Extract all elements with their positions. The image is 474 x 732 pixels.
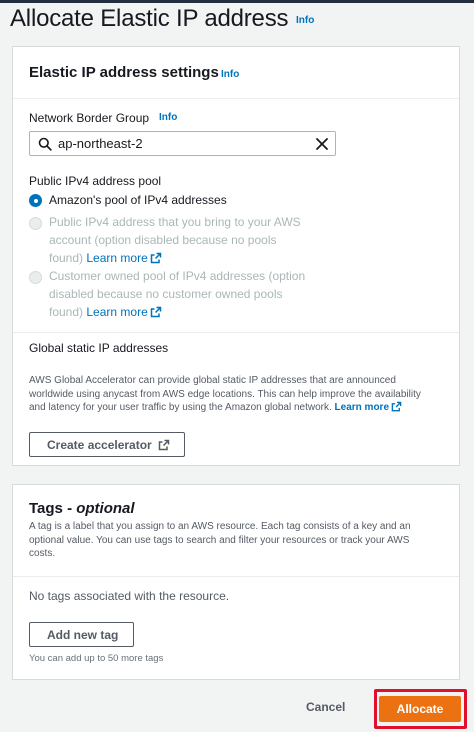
tags-title: Tags - optional (29, 500, 135, 517)
tags-description: A tag is a label that you assign to an A… (29, 520, 411, 561)
search-icon (38, 137, 52, 151)
option-line: Amazon's pool of IPv4 addresses (49, 193, 227, 207)
top-bar (0, 0, 474, 3)
tags-title-optional: optional (76, 500, 135, 517)
option-line: account (option disabled because no pool… (49, 233, 277, 247)
learn-more-link[interactable]: Learn more (335, 402, 389, 413)
radio-amazon-pool[interactable] (29, 194, 42, 207)
learn-more-link[interactable]: Learn more (86, 305, 147, 319)
global-ip-title: Global static IP addresses (29, 341, 169, 355)
radio-amazon-pool-label: Amazon's pool of IPv4 addresses (49, 191, 227, 209)
radio-customer-owned-pool (29, 271, 42, 284)
option-line: Customer owned pool of IPv4 addresses (o… (49, 269, 306, 283)
create-accelerator-label: Create accelerator (47, 438, 152, 452)
tags-panel-header: Tags - optional A tag is a label that yo… (13, 485, 459, 577)
tags-title-text: Tags - (29, 500, 77, 517)
option-line: disabled because no customer owned pools (49, 287, 283, 301)
page-title: Allocate Elastic IP address (10, 5, 289, 32)
radio-byoip-pool-label: Public IPv4 address that you bring to yo… (49, 213, 301, 267)
clear-icon[interactable] (316, 138, 328, 150)
cancel-button[interactable]: Cancel (306, 700, 345, 714)
tags-limit-hint: You can add up to 50 more tags (29, 653, 164, 664)
settings-panel-header: Elastic IP address settings Info (13, 47, 459, 99)
description-line-end: and latency for your user traffic by usi… (29, 402, 332, 413)
add-new-tag-button[interactable]: Add new tag (29, 622, 134, 647)
global-ip-description: AWS Global Accelerator can provide globa… (29, 374, 421, 415)
description-line: costs. (29, 548, 56, 559)
description-line: worldwide using anycast from AWS edge lo… (29, 388, 421, 400)
network-border-group-input[interactable] (58, 136, 298, 151)
option-line: Public IPv4 address that you bring to yo… (49, 215, 301, 229)
page-info-link[interactable]: Info (296, 15, 314, 26)
settings-info-link[interactable]: Info (221, 69, 239, 80)
divider (13, 332, 459, 333)
network-border-group-select[interactable] (29, 131, 336, 156)
external-link-icon (391, 401, 402, 412)
external-link-icon (150, 252, 161, 264)
tags-panel: Tags - optional A tag is a label that yo… (12, 484, 460, 680)
add-new-tag-label: Add new tag (47, 628, 119, 642)
network-border-group-info-link[interactable]: Info (159, 112, 177, 123)
description-line: AWS Global Accelerator can provide globa… (29, 375, 396, 386)
external-link-icon (150, 306, 161, 318)
create-accelerator-button[interactable]: Create accelerator (29, 432, 185, 457)
settings-title: Elastic IP address settings (29, 64, 219, 81)
description-line: optional value. You can use tags to sear… (29, 534, 410, 546)
option-line: found) Learn more (49, 303, 305, 321)
pool-label: Public IPv4 address pool (29, 174, 162, 188)
allocate-button[interactable]: Allocate (379, 696, 461, 722)
option-line: found) Learn more (49, 249, 301, 267)
learn-more-link[interactable]: Learn more (86, 251, 147, 265)
radio-byoip-pool (29, 217, 42, 230)
description-line: and latency for your user traffic by usi… (29, 401, 421, 415)
option-line-end: found) (49, 251, 84, 265)
settings-panel: Elastic IP address settings Info Network… (12, 46, 460, 466)
network-border-group-label: Network Border Group (29, 111, 150, 125)
no-tags-text: No tags associated with the resource. (29, 589, 230, 603)
option-line-end: found) (49, 305, 84, 319)
radio-customer-owned-pool-label: Customer owned pool of IPv4 addresses (o… (49, 267, 305, 321)
external-link-icon (158, 439, 170, 451)
description-line: A tag is a label that you assign to an A… (29, 521, 411, 532)
